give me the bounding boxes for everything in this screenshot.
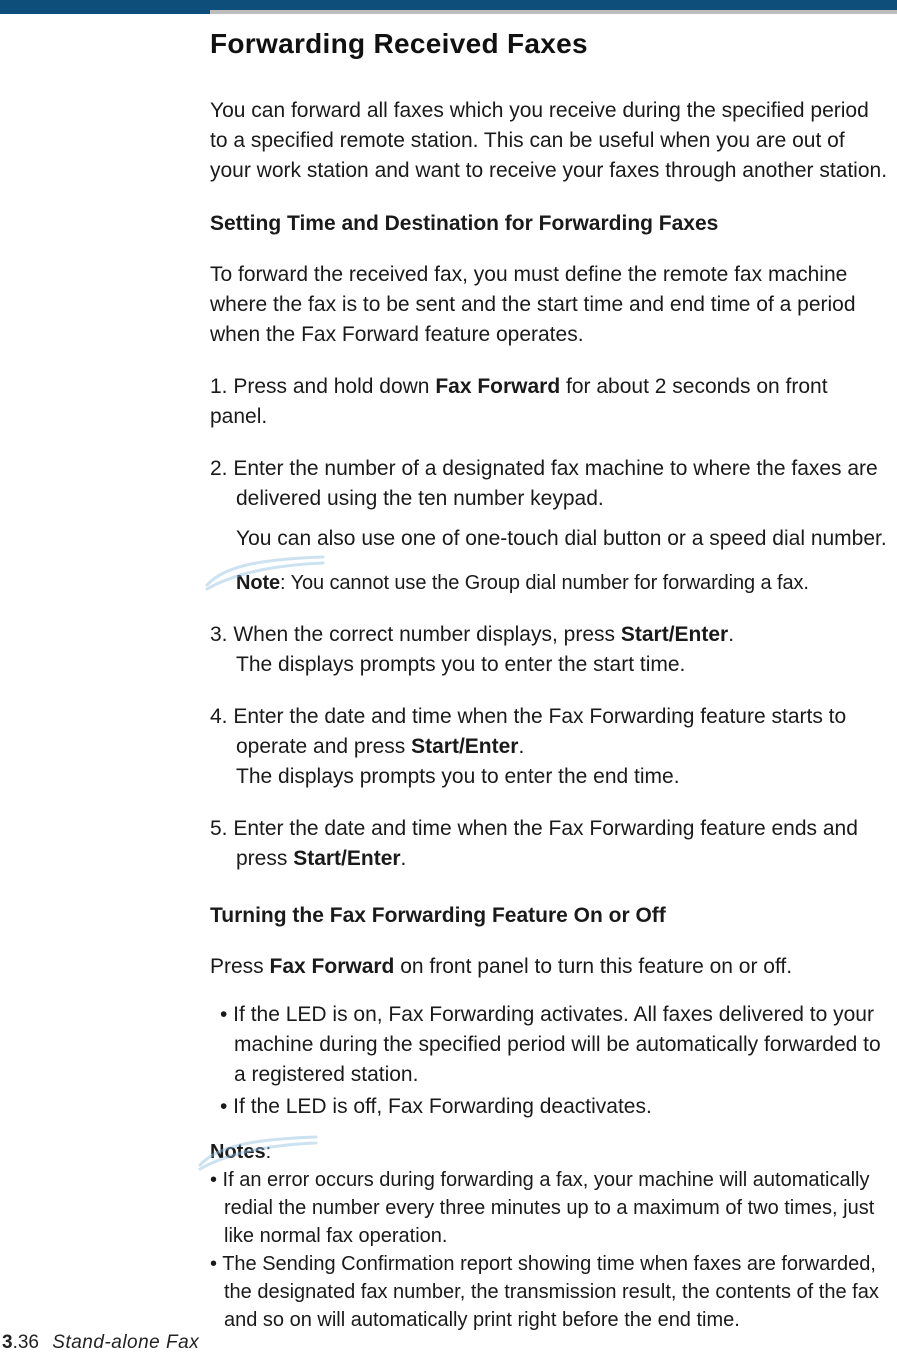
notes-label: Notes: [210, 1141, 266, 1163]
header-divider: [210, 10, 897, 14]
notes-box: Notes: • If an error occurs during forwa…: [210, 1138, 890, 1334]
step-3: 3. When the correct number displays, pre…: [210, 620, 890, 680]
step-2: 2. Enter the number of a designated fax …: [210, 454, 890, 514]
note-label: Note: [236, 572, 280, 594]
note-item-1: • If an error occurs during forwarding a…: [210, 1166, 890, 1250]
step-4-line2: operate and press Start/Enter.: [236, 735, 524, 758]
section-heading-setting: Setting Time and Destination for Forward…: [210, 212, 890, 236]
step-3-pre: 3. When the correct number displays, pre…: [210, 623, 621, 646]
bullet-led-on: • If the LED is on, Fax Forwarding activ…: [210, 1000, 890, 1090]
step-5: 5. Enter the date and time when the Fax …: [210, 814, 890, 874]
content-area: Forwarding Received Faxes You can forwar…: [210, 28, 890, 1334]
step-3-post: .: [728, 623, 734, 646]
footer-page: .36: [13, 1332, 39, 1353]
note-text: : You cannot use the Group dial number f…: [280, 572, 809, 594]
intro-paragraph: You can forward all faxes which you rece…: [210, 96, 890, 186]
notes-colon: :: [266, 1141, 272, 1163]
note-item-2: • The Sending Confirmation report showin…: [210, 1250, 890, 1334]
step-5-line2: press Start/Enter.: [236, 847, 406, 870]
step-4-line1: 4. Enter the date and time when the Fax …: [210, 705, 846, 728]
page-title: Forwarding Received Faxes: [210, 28, 890, 60]
step-3-bold: Start/Enter: [621, 623, 728, 646]
page-footer: 3.36 Stand-alone Fax: [2, 1332, 199, 1354]
section1-intro: To forward the received fax, you must de…: [210, 260, 890, 350]
step-1-pre: 1. Press and hold down: [210, 375, 435, 398]
section2-intro: Press Fax Forward on front panel to turn…: [210, 952, 890, 982]
step-4: 4. Enter the date and time when the Fax …: [210, 702, 890, 792]
step-5-line1: 5. Enter the date and time when the Fax …: [210, 817, 858, 840]
step-1: 1. Press and hold down Fax Forward for a…: [210, 372, 890, 432]
step-4-line3: The displays prompts you to enter the en…: [236, 765, 680, 788]
bullet-led-off: • If the LED is off, Fax Forwarding deac…: [210, 1092, 890, 1122]
section-heading-toggle: Turning the Fax Forwarding Feature On or…: [210, 904, 890, 928]
step-2-line1: 2. Enter the number of a designated fax …: [210, 457, 878, 480]
step-2-line2: delivered using the ten number keypad.: [236, 487, 604, 510]
footer-book-title: Stand-alone Fax: [52, 1332, 199, 1353]
step-3-line2: The displays prompts you to enter the st…: [236, 653, 685, 676]
step-2-subnote: You can also use one of one-touch dial b…: [236, 524, 890, 554]
footer-chapter: 3: [2, 1332, 13, 1353]
step-2-note: Note: You cannot use the Group dial numb…: [236, 568, 890, 598]
step-1-bold: Fax Forward: [435, 375, 560, 398]
